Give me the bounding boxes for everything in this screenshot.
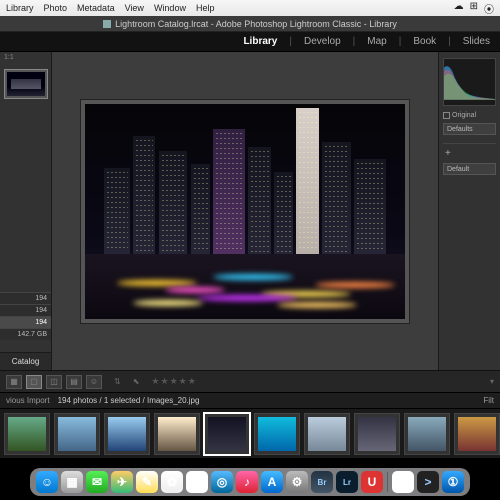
- painter-icon[interactable]: ⬉: [133, 377, 140, 386]
- people-view-button[interactable]: ☺: [86, 375, 102, 389]
- library-toolbar: ▦ ▢ ◫ ▤ ☺ ⇅ ⬉ ★ ★ ★ ★ ★ ▾: [0, 370, 500, 392]
- module-library[interactable]: Library: [239, 36, 281, 47]
- storage-row: 142.7 GB: [0, 328, 51, 340]
- dock-preferences-icon[interactable]: ⚙: [286, 471, 308, 493]
- dock-terminal-icon[interactable]: >: [417, 471, 439, 493]
- sort-direction-icon[interactable]: ⇅: [114, 377, 121, 386]
- menubar-item[interactable]: Photo: [44, 3, 68, 13]
- star-icon[interactable]: ★: [170, 376, 178, 387]
- count-row[interactable]: 194: [0, 316, 51, 328]
- filmstrip-thumbnail[interactable]: [454, 413, 500, 455]
- menubar-item[interactable]: Library: [6, 3, 34, 13]
- catalog-counts: 194 194 194 142.7 GB: [0, 292, 51, 340]
- dock-safari-icon[interactable]: ◎: [211, 471, 233, 493]
- module-book[interactable]: Book: [409, 36, 440, 47]
- image-frame: [81, 100, 409, 323]
- dock-messages-icon[interactable]: ✉: [86, 471, 108, 493]
- module-map[interactable]: Map: [363, 36, 390, 47]
- grid-view-button[interactable]: ▦: [6, 375, 22, 389]
- dock-photos-icon[interactable]: ✿: [161, 471, 183, 493]
- dock-lightroom-icon[interactable]: Lr: [336, 471, 358, 493]
- dock-separator: [387, 472, 388, 492]
- dock-bridge-icon[interactable]: Br: [311, 471, 333, 493]
- window-titlebar: Lightroom Catalog.lrcat - Adobe Photosho…: [0, 16, 500, 32]
- window-title: Lightroom Catalog.lrcat - Adobe Photosho…: [115, 19, 397, 29]
- dock-notes-icon[interactable]: ✎: [136, 471, 158, 493]
- filmstrip-thumbnail[interactable]: [154, 413, 200, 455]
- filmstrip-thumbnail[interactable]: [204, 413, 250, 455]
- menubar-item[interactable]: View: [125, 3, 144, 13]
- count-row[interactable]: 194: [0, 304, 51, 316]
- loupe-view[interactable]: [52, 52, 438, 370]
- menubar-item[interactable]: Window: [154, 3, 186, 13]
- filmstrip-thumbnail[interactable]: [304, 413, 350, 455]
- source-label[interactable]: vious Import: [6, 396, 50, 405]
- defaults-button[interactable]: Defaults: [443, 123, 496, 135]
- dock-magnet-icon[interactable]: U: [361, 471, 383, 493]
- control-center-icon[interactable]: ⊞: [470, 1, 478, 16]
- menubar-item[interactable]: Metadata: [77, 3, 115, 13]
- right-panel: Original Defaults + Default: [438, 52, 500, 370]
- dock-maps-icon[interactable]: ✈: [111, 471, 133, 493]
- dock-chrome-icon[interactable]: ◉: [392, 471, 414, 493]
- star-icon[interactable]: ★: [188, 376, 196, 387]
- star-icon[interactable]: ★: [160, 376, 168, 387]
- nav-zoom-label: 1:1: [0, 52, 51, 63]
- selection-status: 194 photos / 1 selected / Images_20.jpg: [58, 396, 200, 405]
- import-button[interactable]: Catalog: [0, 352, 51, 370]
- rating-stars[interactable]: ★ ★ ★ ★ ★: [151, 376, 195, 387]
- dock-music-icon[interactable]: ♪: [236, 471, 258, 493]
- document-icon: [103, 20, 111, 28]
- navigator-thumbnail[interactable]: [4, 69, 48, 99]
- preview-image: [85, 104, 405, 319]
- menubar-item[interactable]: Help: [196, 3, 215, 13]
- checkbox-icon[interactable]: [443, 112, 450, 119]
- toolbar-menu-icon[interactable]: ▾: [490, 377, 494, 386]
- module-picker: Library | Develop | Map | Book | Slides: [0, 32, 500, 52]
- original-checkbox[interactable]: Original: [439, 110, 500, 121]
- filmstrip[interactable]: [0, 408, 500, 458]
- filmstrip-thumbnail[interactable]: [354, 413, 400, 455]
- left-panel: 1:1 194 194 194 142.7 GB Catalog: [0, 52, 52, 370]
- survey-view-button[interactable]: ▤: [66, 375, 82, 389]
- dock-finder-icon[interactable]: ☺: [36, 471, 58, 493]
- cloud-status-icon[interactable]: ☁: [454, 1, 464, 16]
- dock-launchpad-icon[interactable]: ▦: [61, 471, 83, 493]
- module-develop[interactable]: Develop: [300, 36, 345, 47]
- add-panel-button[interactable]: +: [443, 143, 496, 159]
- filmstrip-thumbnail[interactable]: [254, 413, 300, 455]
- filmstrip-thumbnail[interactable]: [54, 413, 100, 455]
- filmstrip-thumbnail[interactable]: [404, 413, 450, 455]
- dock-1password-icon[interactable]: ①: [442, 471, 464, 493]
- compare-view-button[interactable]: ◫: [46, 375, 62, 389]
- circle-status-icon[interactable]: ⦿: [484, 1, 494, 16]
- dock-appstore-icon[interactable]: A: [261, 471, 283, 493]
- star-icon[interactable]: ★: [179, 376, 187, 387]
- loupe-view-button[interactable]: ▢: [26, 375, 42, 389]
- count-row[interactable]: 194: [0, 292, 51, 304]
- macos-menubar: Library Photo Metadata View Window Help …: [0, 0, 500, 16]
- main-area: 1:1 194 194 194 142.7 GB Catalog: [0, 52, 500, 370]
- defaults-button-2[interactable]: Default: [443, 163, 496, 175]
- filmstrip-thumbnail[interactable]: [104, 413, 150, 455]
- dock-reminders-icon[interactable]: ☰: [186, 471, 208, 493]
- filmstrip-thumbnail[interactable]: [4, 413, 50, 455]
- module-slideshow[interactable]: Slides: [459, 36, 494, 47]
- histogram[interactable]: [443, 58, 496, 106]
- star-icon[interactable]: ★: [151, 376, 159, 387]
- filter-label[interactable]: Filt: [483, 396, 494, 405]
- filmstrip-info-bar: vious Import 194 photos / 1 selected / I…: [0, 392, 500, 408]
- macos-dock: ☺▦✉✈✎✿☰◎♪A⚙BrLrU ◉>①: [30, 468, 470, 496]
